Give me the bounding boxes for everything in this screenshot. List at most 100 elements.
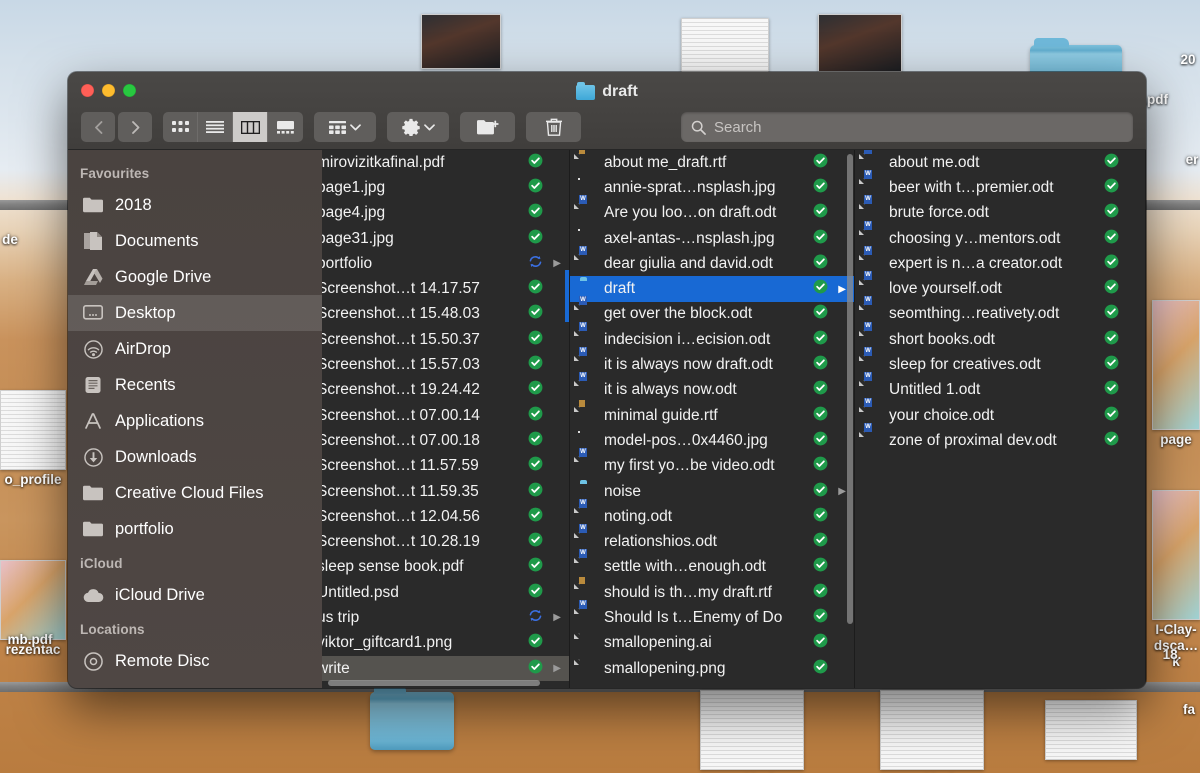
desktop-icon[interactable]: I-Clay-dsca…k bbox=[1152, 490, 1200, 670]
file-row[interactable]: Wrelationshios.odt bbox=[570, 524, 854, 554]
file-row[interactable]: write ▶ bbox=[322, 655, 569, 682]
sidebar-item-icloud-drive[interactable]: iCloud Drive bbox=[68, 577, 322, 613]
file-row[interactable]: Screenshot…t 11.59.35 bbox=[322, 479, 569, 504]
new-folder-button[interactable] bbox=[460, 112, 515, 142]
file-row[interactable]: W Untitled 1.odt bbox=[855, 372, 1145, 403]
file-row[interactable]: Untitled.psd bbox=[322, 580, 569, 605]
desktop-icon[interactable] bbox=[370, 685, 454, 752]
sidebar-item-desktop[interactable]: Desktop bbox=[68, 295, 322, 331]
disclosure-arrow-icon[interactable]: ▶ bbox=[550, 612, 561, 623]
desktop-icon[interactable] bbox=[421, 14, 501, 71]
trash-button[interactable] bbox=[526, 112, 581, 142]
window-title-bar[interactable]: draft Search bbox=[68, 72, 1146, 150]
desktop-icon[interactable]: mb.pdf bbox=[0, 630, 60, 648]
file-row[interactable]: Wabout me.odt bbox=[855, 150, 1145, 175]
file-row[interactable]: viktor_giftcard1.png bbox=[322, 631, 569, 656]
file-row[interactable]: Wmy first yo…be video.odt bbox=[570, 448, 854, 479]
file-row[interactable]: model-pos…0x4460.jpg bbox=[570, 428, 854, 453]
file-row[interactable]: Wlove yourself.odt bbox=[855, 271, 1145, 301]
file-row[interactable]: draft ▶ bbox=[570, 276, 854, 302]
column-1-rows[interactable]: mirovizitkafinal.pdf page1.jpg page4.jpg pa… bbox=[322, 150, 569, 682]
disclosure-arrow-icon[interactable]: ▶ bbox=[550, 663, 561, 674]
column-2-vertical-scrollbar[interactable] bbox=[847, 154, 853, 624]
desktop-icon[interactable]: er bbox=[1184, 150, 1200, 168]
file-row[interactable]: Wbeer with t…premier.odt bbox=[855, 169, 1145, 200]
action-menu-button[interactable] bbox=[387, 112, 449, 142]
group-by-button[interactable] bbox=[314, 112, 376, 142]
file-row[interactable]: smallopening.png bbox=[570, 656, 854, 681]
finder-window[interactable]: draft Search Favourites 2018 Documents G… bbox=[68, 72, 1146, 688]
file-row[interactable]: Wget over the block.odt bbox=[570, 296, 854, 327]
desktop-icon[interactable]: de bbox=[0, 230, 20, 248]
sidebar-item-downloads[interactable]: Downloads bbox=[68, 439, 322, 475]
desktop-icon[interactable]: page bbox=[1152, 300, 1200, 448]
file-row[interactable]: Wsleep for creatives.odt bbox=[855, 347, 1145, 377]
sidebar-item-airdrop[interactable]: AirDrop bbox=[68, 331, 322, 367]
file-row[interactable]: Wsettle with…enough.odt bbox=[570, 549, 854, 580]
file-row[interactable]: Screenshot…t 10.28.19 bbox=[322, 529, 569, 554]
view-mode-segmented-control[interactable] bbox=[163, 112, 303, 142]
file-row[interactable]: page4.jpg bbox=[322, 201, 569, 226]
file-row[interactable]: annie-sprat…nsplash.jpg bbox=[570, 175, 854, 200]
column-1-horizontal-scrollbar[interactable] bbox=[328, 680, 540, 686]
sidebar-item-documents[interactable]: Documents bbox=[68, 223, 322, 259]
column-2-rows[interactable]: about me_draft.rtf annie-sprat…nsplash.jp… bbox=[570, 150, 854, 681]
file-row[interactable]: Screenshot…t 14.17.57 bbox=[322, 276, 569, 301]
sidebar[interactable]: Favourites 2018 Documents Google Drive Deskt… bbox=[68, 150, 322, 688]
file-row[interactable]: Wshort books.odt bbox=[855, 321, 1145, 352]
nav-buttons[interactable] bbox=[81, 112, 152, 142]
desktop-icon[interactable]: o_profile bbox=[0, 390, 66, 488]
file-row[interactable]: Wseomthing…reativety.odt bbox=[855, 296, 1145, 327]
sidebar-item-remote-disc[interactable]: Remote Disc bbox=[68, 643, 322, 679]
search-field[interactable]: Search bbox=[681, 112, 1133, 142]
view-as-list-button[interactable] bbox=[198, 112, 233, 142]
sidebar-item-recents[interactable]: Recents bbox=[68, 367, 322, 403]
file-row[interactable]: Wzone of proximal dev.odt bbox=[855, 422, 1145, 453]
file-row[interactable]: mirovizitkafinal.pdf bbox=[322, 150, 569, 175]
file-row[interactable]: Screenshot…t 15.57.03 bbox=[322, 352, 569, 377]
file-row[interactable]: us trip ▶ bbox=[322, 605, 569, 630]
sidebar-item-portfolio[interactable]: portfolio bbox=[68, 511, 322, 547]
view-as-icons-button[interactable] bbox=[163, 112, 198, 142]
desktop-icon[interactable]: mesVypis-112018 (1).pdf bbox=[700, 690, 804, 773]
file-row[interactable]: Screenshot…t 11.57.59 bbox=[322, 454, 569, 479]
file-row[interactable]: axel-antas-…nsplash.jpg bbox=[570, 226, 854, 251]
file-row[interactable]: minimal guide.rtf bbox=[570, 399, 854, 428]
file-row[interactable]: Screenshot…t 19.24.42 bbox=[322, 378, 569, 403]
file-row[interactable]: Wexpert is n…a creator.odt bbox=[855, 245, 1145, 276]
sidebar-item-creative-cloud-files[interactable]: Creative Cloud Files bbox=[68, 475, 322, 511]
column-1[interactable]: mirovizitkafinal.pdf page1.jpg page4.jpg pa… bbox=[322, 150, 570, 688]
disclosure-arrow-icon[interactable]: ▶ bbox=[835, 486, 846, 497]
file-row[interactable]: Wit is always now draft.odt bbox=[570, 347, 854, 377]
file-row[interactable]: Wdear giulia and david.odt bbox=[570, 245, 854, 276]
file-row[interactable]: noise ▶ bbox=[570, 479, 854, 504]
file-row[interactable]: page31.jpg bbox=[322, 226, 569, 251]
file-row[interactable]: Wit is always now.odt bbox=[570, 372, 854, 403]
file-row[interactable]: Wchoosing y…mentors.odt bbox=[855, 220, 1145, 251]
disclosure-arrow-icon[interactable]: ▶ bbox=[550, 258, 561, 269]
file-row[interactable]: W Should Is t…Enemy of Do bbox=[570, 599, 854, 630]
file-row[interactable]: Screenshot…t 15.50.37 bbox=[322, 327, 569, 352]
file-row[interactable]: portfolio ▶ bbox=[322, 251, 569, 276]
sidebar-item-google-drive[interactable]: Google Drive bbox=[68, 259, 322, 295]
file-row[interactable]: Screenshot…t 12.04.56 bbox=[322, 504, 569, 529]
desktop-icon[interactable]: 20 bbox=[1176, 50, 1200, 68]
file-row[interactable]: Windecision i…ecision.odt bbox=[570, 321, 854, 352]
file-row[interactable]: Screenshot…t 15.48.03 bbox=[322, 302, 569, 327]
forward-button[interactable] bbox=[118, 112, 152, 142]
file-row[interactable]: smallopening.ai bbox=[570, 631, 854, 656]
desktop-icon[interactable]: 18. bbox=[1152, 645, 1192, 663]
toolbar[interactable]: Search bbox=[81, 111, 1133, 143]
file-row[interactable]: Wyour choice.odt bbox=[855, 397, 1145, 428]
back-button[interactable] bbox=[81, 112, 115, 142]
file-row[interactable]: Wnoting.odt bbox=[570, 498, 854, 529]
file-row[interactable]: Wbrute force.odt bbox=[855, 195, 1145, 226]
column-3[interactable]: Wabout me.odtWbeer with t…premier.odtWbr… bbox=[855, 150, 1146, 688]
file-row[interactable]: page1.jpg bbox=[322, 175, 569, 200]
column-3-rows[interactable]: Wabout me.odtWbeer with t…premier.odtWbr… bbox=[855, 150, 1145, 454]
column-2[interactable]: about me_draft.rtf annie-sprat…nsplash.jp… bbox=[570, 150, 855, 688]
desktop-icon[interactable] bbox=[1045, 700, 1137, 762]
sidebar-item-2018[interactable]: 2018 bbox=[68, 187, 322, 223]
file-row[interactable]: should is th…my draft.rtf bbox=[570, 576, 854, 605]
view-as-columns-button[interactable] bbox=[233, 112, 268, 142]
